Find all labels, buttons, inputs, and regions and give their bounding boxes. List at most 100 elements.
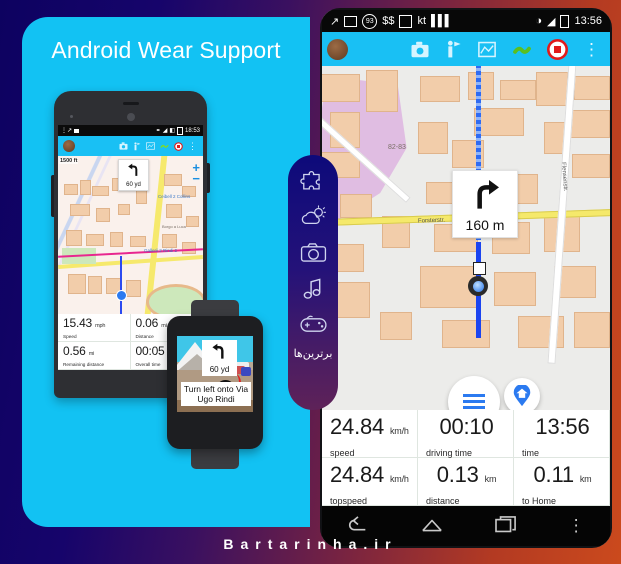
zoom-controls-left[interactable]: + −: [192, 161, 200, 185]
stat-label: topspeed: [330, 496, 368, 506]
activity-icon[interactable]: [160, 142, 169, 150]
status-bar-clock-left: 18:53: [184, 127, 200, 134]
stat-cell: 15.43 mph Speed: [58, 314, 131, 342]
turn-left-icon: [127, 163, 137, 176]
left-panel-title: Android Wear Support: [51, 37, 281, 63]
recents-icon[interactable]: [495, 516, 517, 536]
puzzle-icon[interactable]: [298, 165, 328, 195]
phone-screen-right: ↗ 93 $$ kt ▌▌▌ ◑ ◢ 13:56 ⋮ 82-83 Forster…: [322, 10, 610, 546]
zoom-out-button[interactable]: −: [192, 172, 200, 185]
wifi-icon: ◑: [535, 15, 542, 27]
map-label-left-2: Gallerii 2 Rindi 2: [144, 248, 178, 253]
table-row: 0.11 km to Home: [513, 458, 610, 506]
map-icon[interactable]: [477, 41, 497, 58]
phone-speaker: [122, 102, 139, 105]
brand-label-fa: برترین‌ها: [293, 348, 333, 360]
map-label-street-1: Forsterstr.: [417, 217, 446, 225]
overflow-menu-icon[interactable]: ⋮: [568, 516, 585, 536]
phone-sensor-icon: [70, 115, 73, 118]
signal-icon: ◧: [169, 128, 175, 134]
stats-panel-right: 24.84 km/h speed 00:10 driving time 13:5…: [322, 410, 610, 506]
battery-icon: [560, 14, 570, 28]
map-label-left-1: Ceibell 2 Collins: [158, 194, 191, 199]
map-label-82-83: 82-83: [388, 144, 406, 151]
gamepad-icon[interactable]: [298, 309, 328, 339]
status-bar-right: ↗ 93 $$ kt ▌▌▌ ◑ ◢ 13:56: [322, 10, 610, 32]
screenshot-icon: [344, 15, 358, 27]
camera-icon[interactable]: [410, 41, 430, 58]
stat-value: 13:56: [535, 414, 590, 439]
map-view-left[interactable]: 1500 ft + − 60 yd Ceibell 2 Collins Gall…: [58, 156, 203, 314]
stat-value: 24.84 km/h: [330, 462, 409, 487]
camera-icon[interactable]: [298, 237, 328, 267]
watch-instruction-text: Turn left onto Via Ugo Rindi: [181, 382, 251, 406]
notification-icon: [74, 128, 80, 133]
phone-power-button: [207, 163, 210, 193]
home-pin-icon: [513, 385, 531, 407]
profile-avatar[interactable]: [63, 140, 75, 152]
stat-cell: 0.56 mi Remaining distance: [58, 342, 131, 370]
map-view-right[interactable]: 82-83 Forsterstr. Flensenstr. 160 m: [322, 66, 610, 410]
camera-icon[interactable]: [119, 142, 128, 150]
overflow-menu-icon[interactable]: ⋮: [583, 41, 600, 58]
flag-person-icon[interactable]: [445, 40, 462, 59]
stat-label: time: [521, 448, 539, 458]
record-stop-icon[interactable]: [547, 38, 568, 60]
watch-turn-distance: 60 yd: [209, 365, 230, 374]
back-icon[interactable]: [347, 515, 369, 537]
table-row: 0.13 km distance: [417, 458, 514, 506]
stat-value: 0.11 km: [533, 462, 592, 487]
turn-distance-left: 60 yd: [126, 182, 141, 188]
badge-93-icon: 93: [362, 13, 378, 29]
bars-icon: ▌▌▌: [431, 15, 452, 27]
turn-card-right: 160 m: [452, 170, 518, 238]
turn-card-left: 60 yd: [118, 159, 149, 191]
watch-turn-card: 60 yd: [202, 340, 237, 376]
table-row: 24.84 km/h topspeed: [322, 458, 418, 506]
usb-debug-icon: ⋮↗: [61, 128, 73, 134]
app-toolbar-left: ⋮: [58, 136, 203, 156]
turn-left-icon: [212, 343, 224, 359]
stat-label: driving time: [425, 448, 472, 458]
activity-icon[interactable]: [512, 41, 532, 58]
turn-right-icon: [477, 180, 499, 209]
flag-person-icon[interactable]: [133, 141, 141, 151]
profile-avatar[interactable]: [327, 38, 348, 60]
phone-front-camera-icon: [126, 113, 135, 121]
home-icon[interactable]: [420, 515, 444, 537]
map-scale-label-left: 1500 ft: [59, 158, 79, 164]
map-label-left-3: Borgo a Luca: [162, 224, 186, 229]
battery-icon: [176, 126, 183, 135]
app-toolbar-right: ⋮: [322, 32, 610, 66]
watch-scene-shape-3: [241, 367, 251, 376]
signal-icon: ◢: [547, 15, 556, 28]
music-icon[interactable]: [298, 273, 328, 303]
usb-debug-icon: ↗: [330, 15, 340, 28]
left-showcase-panel: Android Wear Support ⋮↗ ⚭ ◢ ◧ 18:53 ⋮ 15…: [22, 17, 310, 527]
wifi-icon: ◢: [162, 128, 168, 134]
table-row: 24.84 km/h speed: [322, 410, 418, 458]
stat-label: Speed: [63, 334, 77, 339]
bluetooth-icon: ⚭: [155, 128, 161, 134]
hamburger-menu-icon: [463, 394, 485, 409]
status-bar-left: ⋮↗ ⚭ ◢ ◧ 18:53: [58, 125, 203, 136]
overflow-menu-icon[interactable]: ⋮: [188, 141, 197, 151]
watch-screen[interactable]: 60 yd Turn left onto Via Ugo Rindi: [177, 336, 253, 412]
map-icon[interactable]: [146, 142, 155, 150]
table-row: 00:10 driving time: [417, 410, 514, 458]
status-bar-clock-right: 13:56: [574, 15, 602, 27]
table-row: 13:56 time: [513, 410, 610, 458]
record-stop-icon[interactable]: [174, 141, 183, 151]
watermark-text: Bartarinha.ir: [223, 536, 398, 552]
stat-label: speed: [330, 448, 355, 458]
stat-label: distance: [425, 496, 460, 506]
turn-distance-right: 160 m: [465, 217, 505, 233]
home-fab[interactable]: [504, 378, 540, 410]
stat-label: Remaining distance: [63, 362, 105, 367]
weather-icon[interactable]: [298, 201, 328, 231]
smartwatch-mockup: 60 yd Turn left onto Via Ugo Rindi: [167, 300, 263, 469]
current-position-marker: [468, 276, 488, 296]
stat-label: to Home: [521, 496, 556, 506]
calendar-icon: [399, 14, 413, 28]
phone-mockup-right: ↗ 93 $$ kt ▌▌▌ ◑ ◢ 13:56 ⋮ 82-83 Forster…: [320, 8, 612, 548]
